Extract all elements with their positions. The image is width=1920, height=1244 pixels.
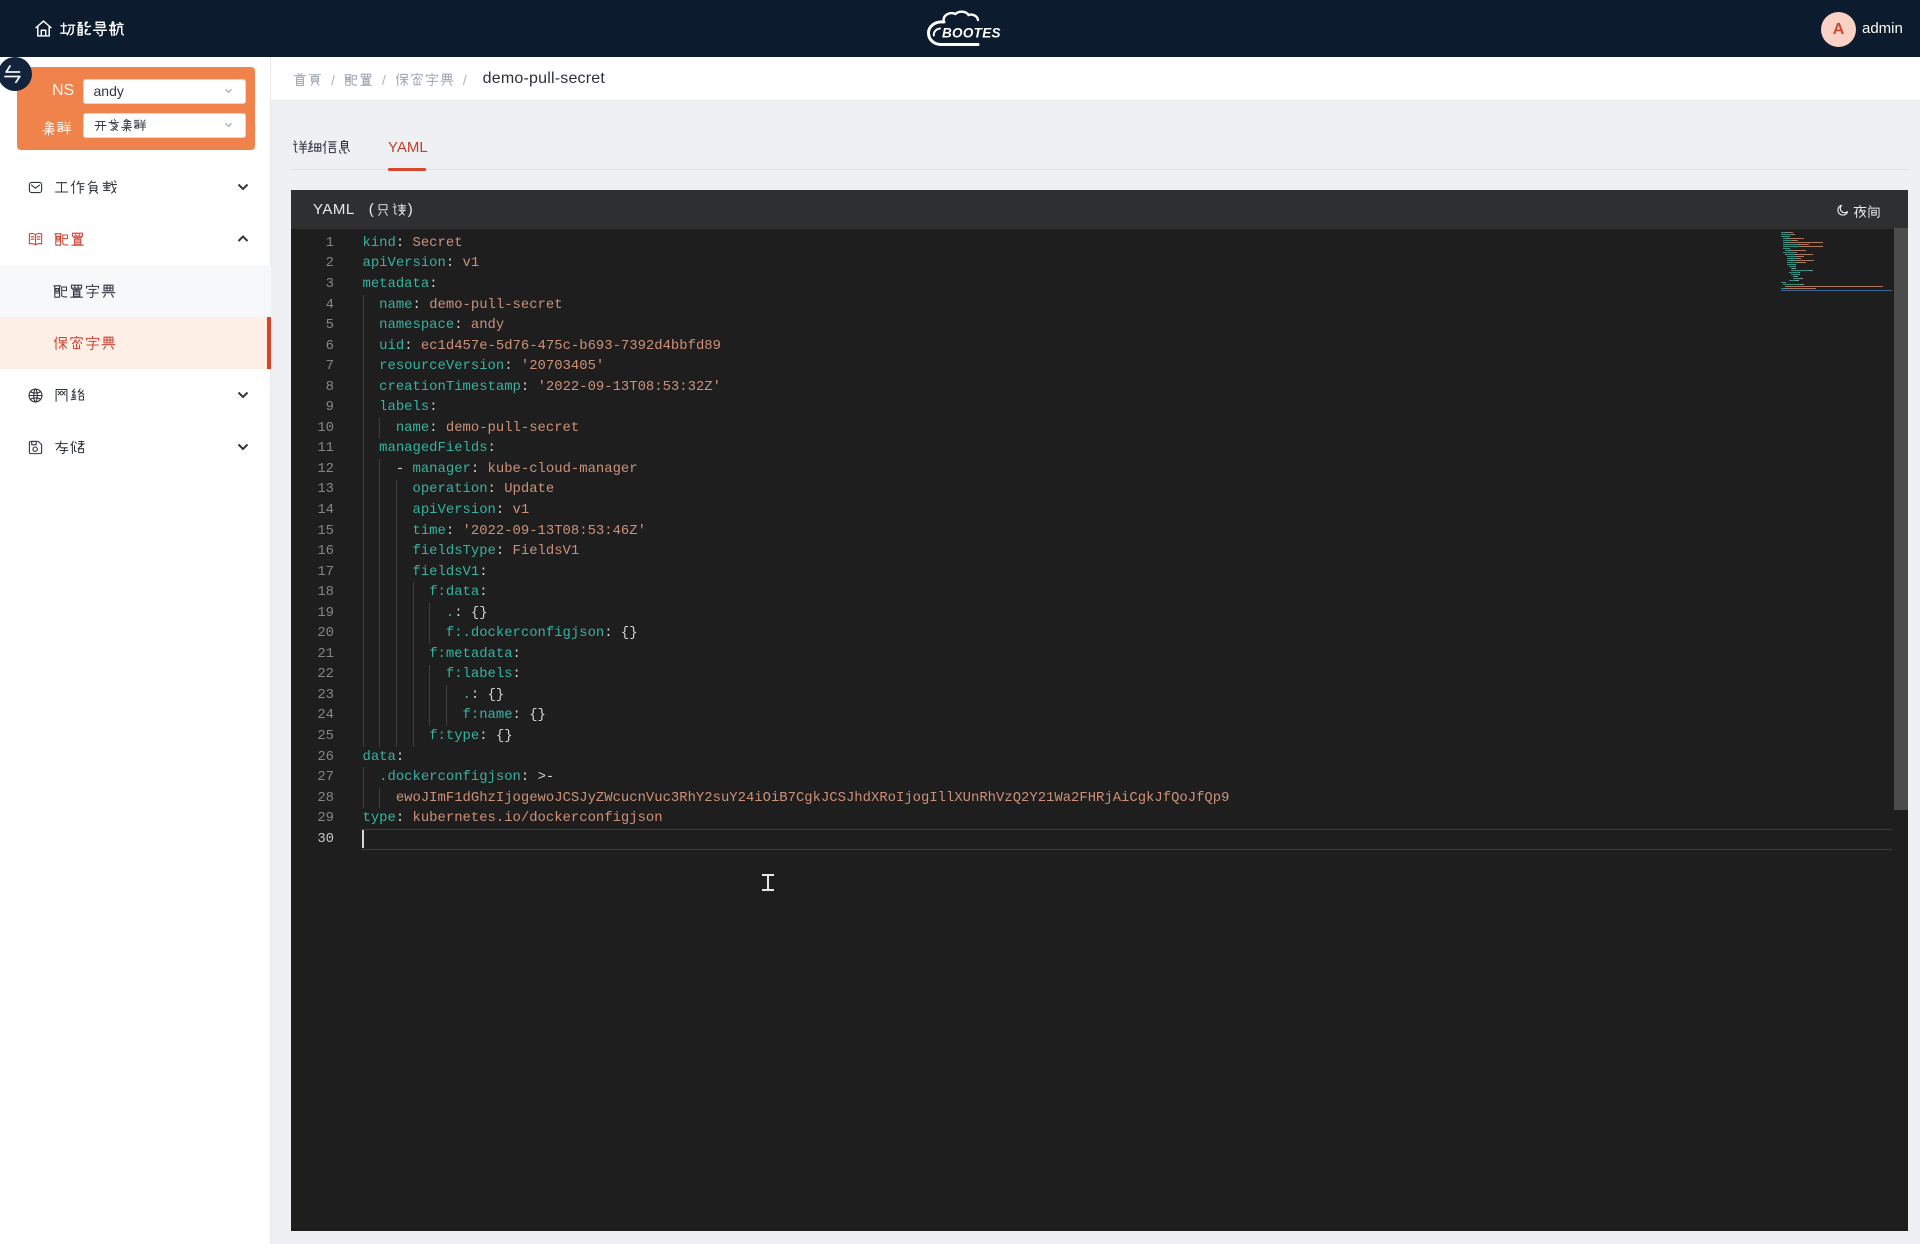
svg-text:BOOTES: BOOTES <box>942 26 1001 41</box>
